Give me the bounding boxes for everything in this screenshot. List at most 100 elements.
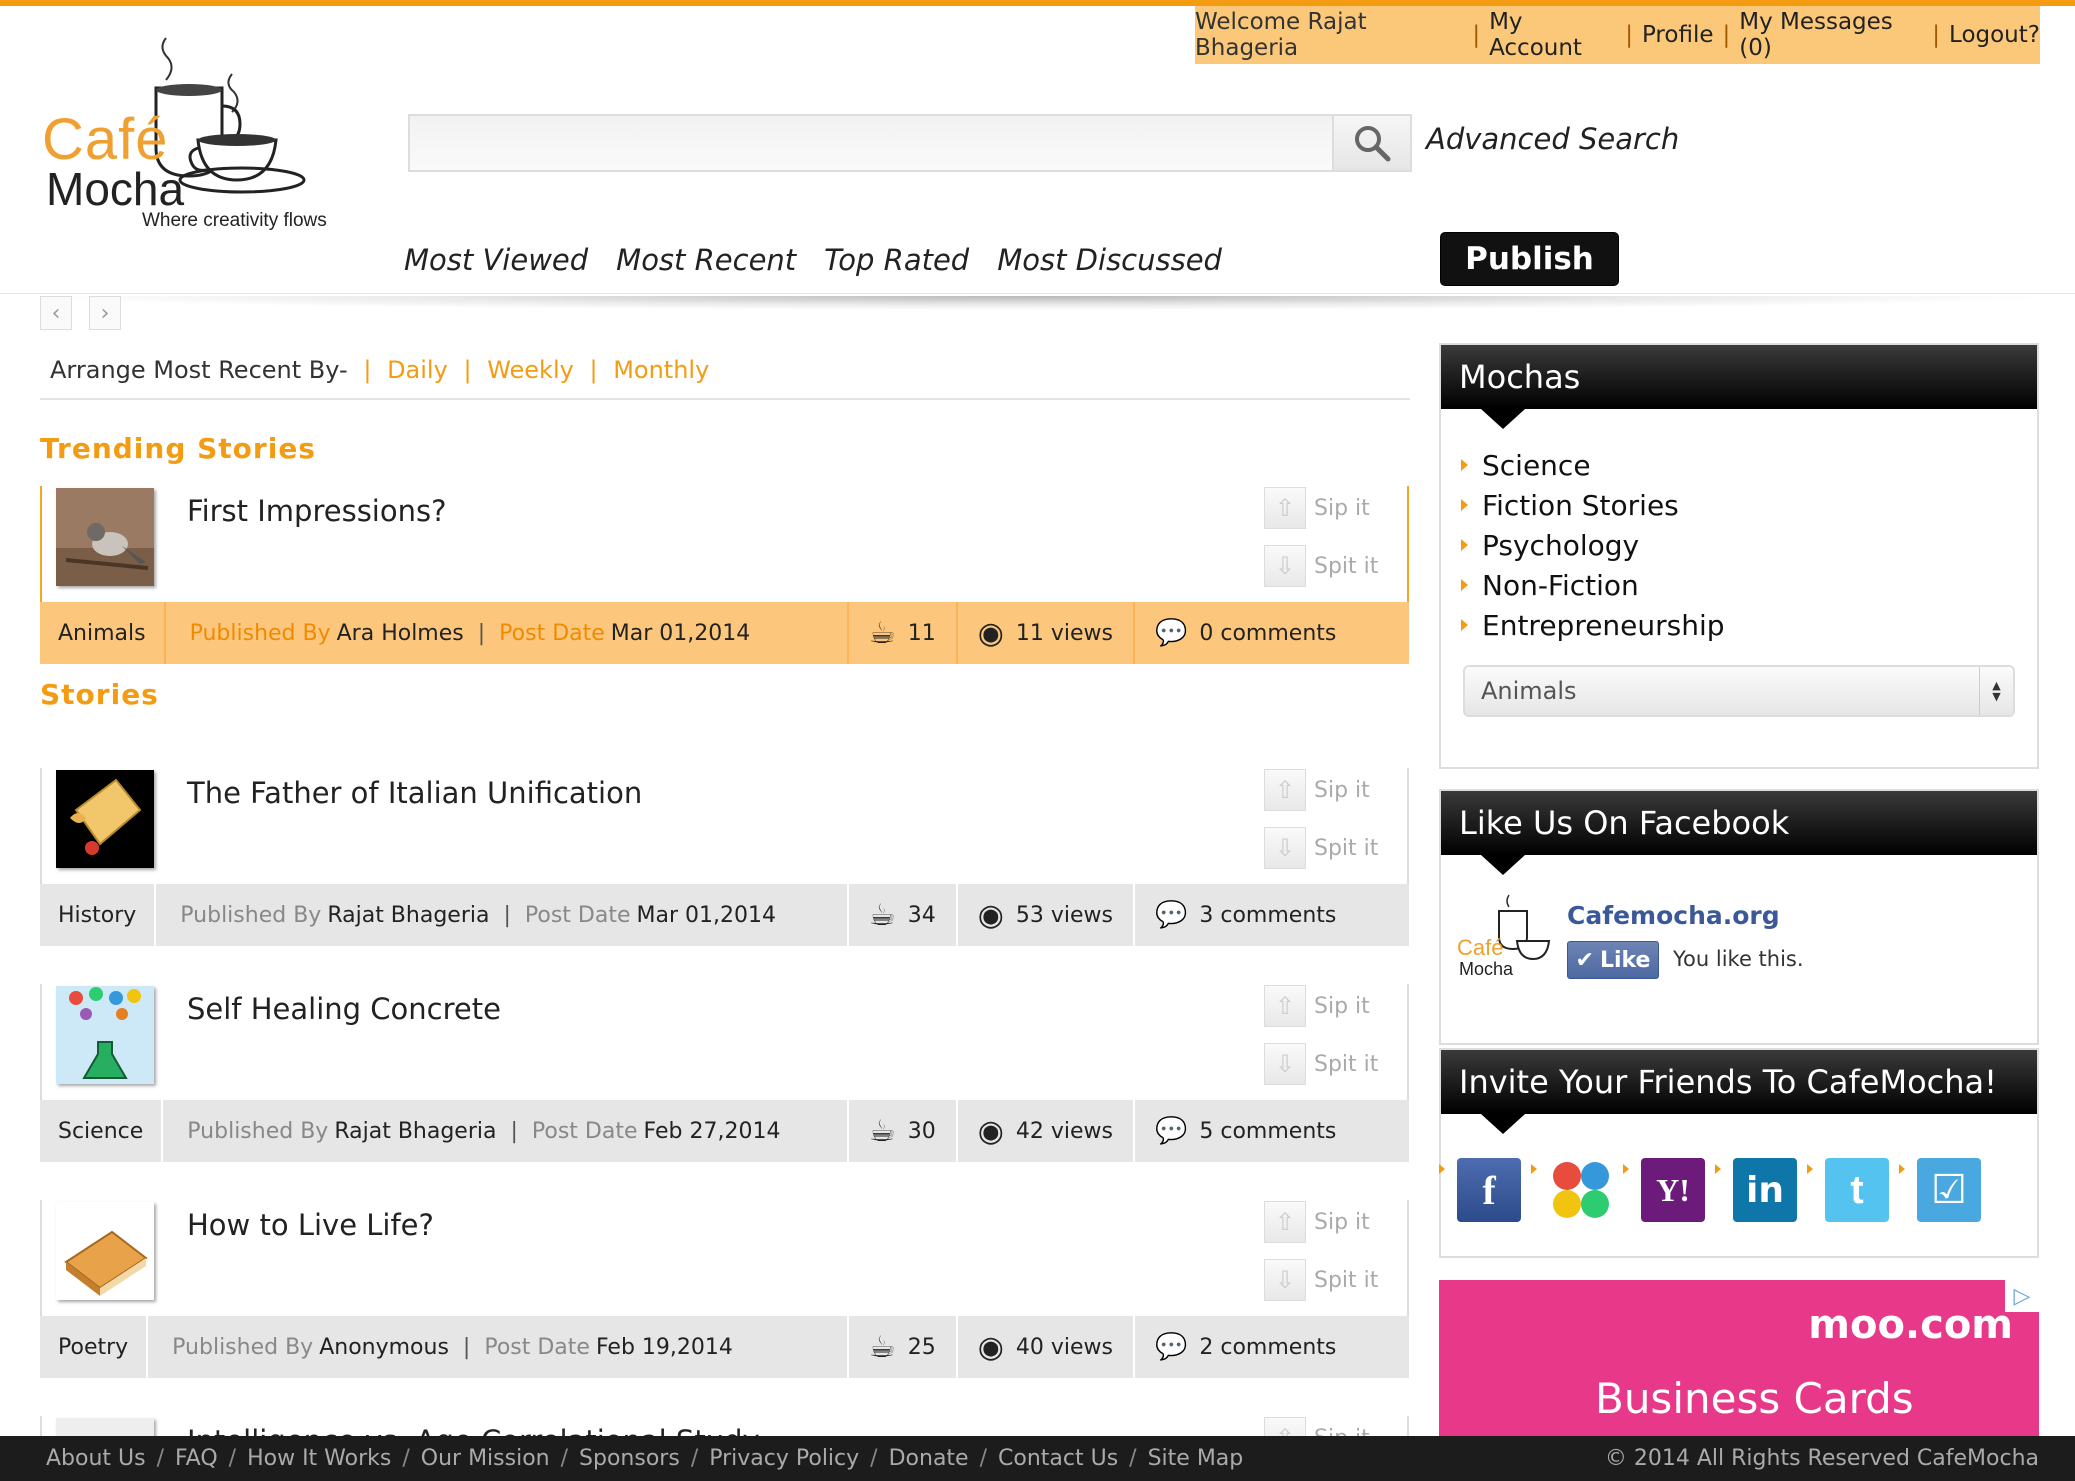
arrange-daily[interactable]: Daily — [387, 356, 448, 384]
story-thumbnail[interactable] — [56, 1202, 154, 1300]
comments-icon: 💬 — [1155, 1332, 1188, 1362]
mocha-item-non-fiction[interactable]: Non-Fiction — [1461, 565, 2037, 605]
site-logo[interactable]: Café Mocha Where creativity flows — [38, 18, 358, 243]
header-shadow — [40, 296, 2040, 310]
mocha-category-select[interactable]: Animals ▲ ▼ — [1463, 665, 2015, 717]
facebook-page-link[interactable]: Cafemocha.org — [1567, 901, 1780, 930]
mocha-item-psychology[interactable]: Psychology — [1461, 525, 2037, 565]
footer-about-us[interactable]: About Us — [46, 1446, 146, 1471]
nav-most-discussed[interactable]: Most Discussed — [997, 243, 1222, 277]
twitter-icon[interactable]: t — [1807, 1158, 1889, 1222]
arrange-bar: Arrange Most Recent By- | Daily | Weekly… — [50, 356, 710, 384]
story-title[interactable]: The Father of Italian Unification — [187, 776, 642, 810]
story-title[interactable]: Self Healing Concrete — [187, 992, 501, 1026]
logout-link[interactable]: Logout? — [1949, 22, 2040, 48]
arrow-right-icon — [1461, 579, 1468, 591]
eye-icon: ◉ — [977, 897, 1004, 933]
copyright: © 2014 All Rights Reserved CafeMocha — [1604, 1446, 2039, 1471]
facebook-like-button[interactable]: ✔ Like — [1567, 941, 1659, 979]
sips-count: ☕ 11 — [846, 602, 956, 664]
footer: About Us / FAQ / How It Works / Our Mission… — [0, 1436, 2075, 1481]
story-meta-bar: Science Published By Rajat Bhageria | Pos… — [40, 1100, 1409, 1162]
arrange-weekly[interactable]: Weekly — [487, 356, 574, 384]
footer-privacy-policy[interactable]: Privacy Policy — [709, 1446, 859, 1471]
check-icon[interactable]: ☑ — [1899, 1158, 1981, 1222]
page: Welcome Rajat Bhageria | My Account | Pr… — [0, 0, 2075, 1481]
arrow-down-icon: ⇩ — [1264, 827, 1306, 869]
comments-count[interactable]: 💬 0 comments — [1133, 602, 1409, 664]
google-icon[interactable] — [1531, 1158, 1613, 1222]
coffee-cup-icon: ☕ — [868, 1329, 896, 1365]
facebook-icon[interactable]: f — [1439, 1158, 1521, 1222]
arrow-down-icon: ⇩ — [1264, 1259, 1306, 1301]
footer-our-mission[interactable]: Our Mission — [421, 1446, 550, 1471]
coffee-cup-icon: ☕ — [868, 1113, 896, 1149]
sip-it-button[interactable]: ⇧Sip it — [1264, 1200, 1444, 1244]
story-thumbnail[interactable] — [56, 770, 154, 868]
comments-count[interactable]: 💬 5 comments — [1133, 1100, 1409, 1162]
story-category[interactable]: Animals — [40, 602, 166, 664]
story-meta-bar: History Published By Rajat Bhageria | Pos… — [40, 884, 1409, 946]
sip-it-button[interactable]: ⇧Sip it — [1264, 768, 1444, 812]
story-title[interactable]: How to Live Life? — [187, 1208, 434, 1242]
nav-top-rated[interactable]: Top Rated — [824, 243, 969, 277]
sip-it-button[interactable]: ⇧Sip it — [1264, 486, 1444, 530]
sips-count: ☕ 30 — [846, 1100, 956, 1162]
story-thumbnail[interactable] — [56, 986, 154, 1084]
scroll-image — [56, 770, 154, 868]
story-author[interactable]: Rajat Bhageria — [334, 1119, 496, 1144]
footer-contact-us[interactable]: Contact Us — [998, 1446, 1118, 1471]
story-thumbnail[interactable] — [56, 488, 154, 586]
story-author[interactable]: Ara Holmes — [337, 621, 464, 646]
views-count: ◉ 42 views — [955, 1100, 1133, 1162]
spit-it-button[interactable]: ⇩ Spit it — [1264, 1258, 1444, 1302]
story-title[interactable]: First Impressions? — [187, 494, 447, 528]
select-arrows-icon: ▲ ▼ — [1979, 667, 2013, 715]
moo-ad-banner[interactable]: ▷ moo.com Business Cards — [1439, 1280, 2039, 1440]
yahoo-icon[interactable]: Y! — [1623, 1158, 1705, 1222]
sips-count: ☕ 34 — [846, 884, 956, 946]
story-author[interactable]: Rajat Bhageria — [327, 903, 489, 928]
arrow-down-icon: ⇩ — [1264, 1043, 1306, 1085]
prev-arrow-button[interactable]: ‹ — [40, 296, 72, 330]
eye-icon: ◉ — [977, 615, 1004, 651]
mocha-item-fiction-stories[interactable]: Fiction Stories — [1461, 485, 2037, 525]
nav-most-recent[interactable]: Most Recent — [616, 243, 796, 277]
nav-most-viewed[interactable]: Most Viewed — [404, 243, 588, 277]
header-divider — [0, 293, 2075, 294]
footer-how-it-works[interactable]: How It Works — [247, 1446, 391, 1471]
coffee-cup-icon: ☕ — [868, 615, 896, 651]
comments-count[interactable]: 💬 2 comments — [1133, 1316, 1409, 1378]
story-category[interactable]: History — [40, 884, 157, 946]
search-button[interactable] — [1332, 114, 1412, 172]
next-arrow-button[interactable]: › — [89, 296, 121, 330]
profile-link[interactable]: Profile — [1642, 22, 1714, 48]
publish-button[interactable]: Publish — [1440, 232, 1619, 286]
story-author[interactable]: Anonymous — [319, 1335, 449, 1360]
story-category[interactable]: Poetry — [40, 1316, 149, 1378]
comments-icon: 💬 — [1155, 900, 1188, 930]
footer-donate[interactable]: Donate — [889, 1446, 969, 1471]
chevron-right-icon: › — [100, 300, 110, 326]
mocha-item-science[interactable]: Science — [1461, 445, 2037, 485]
views-count: ◉ 40 views — [955, 1316, 1133, 1378]
spit-it-button[interactable]: ⇩ Spit it — [1264, 1042, 1444, 1086]
flask-image — [56, 986, 154, 1084]
my-messages-link[interactable]: My Messages (0) — [1739, 9, 1923, 61]
arrow-right-icon — [1461, 539, 1468, 551]
story-category[interactable]: Science — [40, 1100, 164, 1162]
sip-it-button[interactable]: ⇧Sip it — [1264, 984, 1444, 1028]
spit-it-button[interactable]: ⇩ Spit it — [1264, 826, 1444, 870]
linkedin-icon[interactable]: in — [1715, 1158, 1797, 1222]
spit-it-button[interactable]: ⇩ Spit it — [1264, 544, 1444, 588]
mocha-item-entrepreneurship[interactable]: Entrepreneurship — [1461, 605, 2037, 645]
footer-sponsors[interactable]: Sponsors — [579, 1446, 680, 1471]
my-account-link[interactable]: My Account — [1489, 9, 1616, 61]
search-input[interactable] — [408, 114, 1334, 172]
arrange-monthly[interactable]: Monthly — [613, 356, 709, 384]
advanced-search-link[interactable]: Advanced Search — [1426, 122, 1679, 156]
comments-count[interactable]: 💬 3 comments — [1133, 884, 1409, 946]
footer-site-map[interactable]: Site Map — [1148, 1446, 1244, 1471]
cafemocha-mini-logo: Café Mocha — [1457, 894, 1551, 979]
footer-faq[interactable]: FAQ — [175, 1446, 218, 1471]
